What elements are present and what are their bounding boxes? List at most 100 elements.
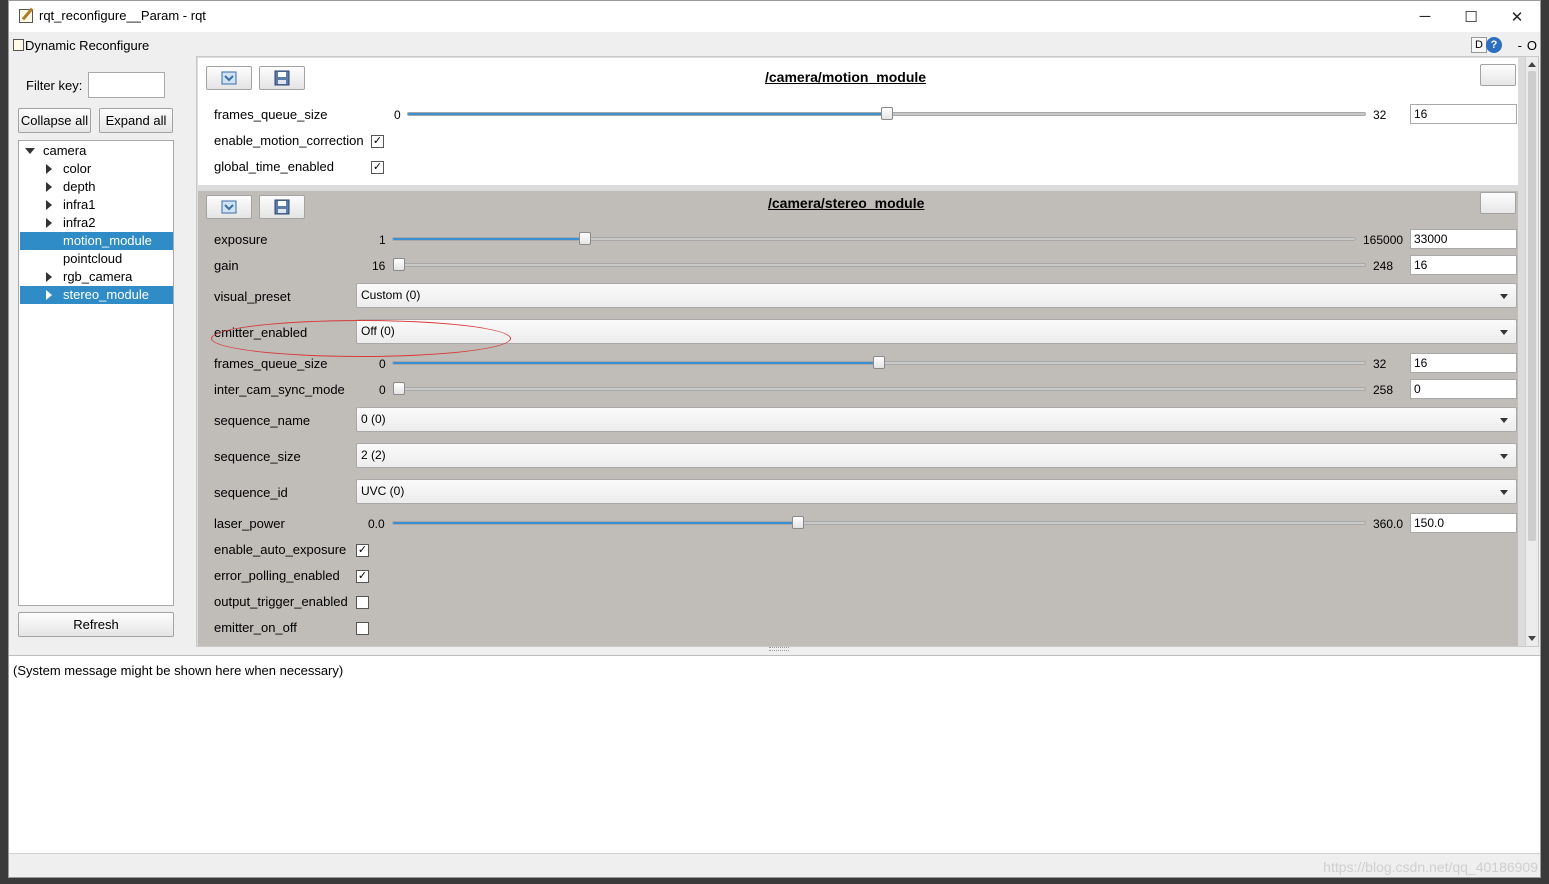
collapsed-arrow-icon[interactable] xyxy=(46,164,52,174)
gain-input[interactable] xyxy=(1410,255,1517,275)
collapsed-arrow-icon[interactable] xyxy=(46,182,52,192)
inter-cam-sync-mode-slider[interactable] xyxy=(393,382,1366,395)
frames-queue-size-input[interactable] xyxy=(1410,353,1517,373)
param-label: laser_power xyxy=(214,516,285,531)
dropdown-value: UVC (0) xyxy=(361,484,405,498)
save-button[interactable] xyxy=(259,66,305,90)
minimize-button[interactable]: ─ xyxy=(1402,1,1448,32)
gain-slider[interactable] xyxy=(393,258,1366,271)
frames-queue-size-slider[interactable] xyxy=(407,107,1366,120)
emitter-on-off-checkbox[interactable] xyxy=(356,622,369,635)
param-label: error_polling_enabled xyxy=(214,568,340,583)
dropdown-value: 2 (2) xyxy=(361,448,386,462)
tree-item-infra1[interactable]: infra1 xyxy=(20,196,173,214)
stereo-module-close-button[interactable] xyxy=(1480,192,1516,214)
tree-item-motion-module[interactable]: motion_module xyxy=(20,232,173,250)
collapsed-arrow-icon[interactable] xyxy=(46,218,52,228)
emitter-enabled-dropdown[interactable]: Off (0) xyxy=(356,319,1517,344)
param-label: frames_queue_size xyxy=(214,107,328,122)
param-label: visual_preset xyxy=(214,289,291,304)
save-button[interactable] xyxy=(259,195,305,219)
expanded-arrow-icon[interactable] xyxy=(25,148,35,154)
collapse-all-button[interactable]: Collapse all xyxy=(18,108,91,133)
load-button[interactable] xyxy=(206,195,252,219)
output-trigger-enabled-checkbox[interactable] xyxy=(356,596,369,609)
param-label: inter_cam_sync_mode xyxy=(214,382,345,397)
scroll-down-icon[interactable] xyxy=(1528,636,1536,641)
scroll-up-icon[interactable] xyxy=(1528,62,1536,67)
tree-item-label: motion_module xyxy=(63,233,152,248)
maximize-button[interactable]: ☐ xyxy=(1448,1,1494,32)
sequence-name-dropdown[interactable]: 0 (0) xyxy=(356,407,1517,432)
d-button[interactable]: D xyxy=(1471,37,1487,53)
slider-handle[interactable] xyxy=(393,258,405,271)
slider-min: 0.0 xyxy=(368,517,385,531)
frames-queue-size-input[interactable] xyxy=(1410,104,1517,124)
param-label: sequence_name xyxy=(214,413,311,428)
slider-handle[interactable] xyxy=(393,382,405,395)
tree-item-rgb-camera[interactable]: rgb_camera xyxy=(20,268,173,286)
param-label: global_time_enabled xyxy=(214,159,334,174)
refresh-button[interactable]: Refresh xyxy=(18,612,174,637)
close-button[interactable]: ✕ xyxy=(1494,1,1540,32)
tree-item-camera[interactable]: camera xyxy=(20,142,173,160)
tree-item-label: pointcloud xyxy=(63,251,123,266)
dropdown-value: 0 (0) xyxy=(361,412,386,426)
expand-all-button[interactable]: Expand all xyxy=(99,108,173,133)
chevron-down-icon xyxy=(1500,454,1508,459)
laser-power-slider[interactable] xyxy=(392,516,1366,529)
enable-auto-exposure-checkbox[interactable]: ✓ xyxy=(356,544,369,557)
error-polling-enabled-checkbox[interactable]: ✓ xyxy=(356,570,369,583)
sequence-size-dropdown[interactable]: 2 (2) xyxy=(356,443,1517,468)
slider-min: 1 xyxy=(379,233,386,247)
frames-queue-size-slider[interactable] xyxy=(392,356,1366,369)
slider-handle[interactable] xyxy=(880,107,893,120)
exposure-input[interactable] xyxy=(1410,229,1517,249)
slider-max: 360.0 xyxy=(1373,517,1404,531)
param-label: gain xyxy=(214,258,239,273)
help-icon[interactable]: ? xyxy=(1486,37,1502,53)
tree-item-label: depth xyxy=(63,179,96,194)
node-tree[interactable]: camera color depth infra1 infra2 motion_modul… xyxy=(18,140,174,606)
annotation-ellipse xyxy=(211,320,511,357)
parameters-pane: /camera/motion_module frames_queue_size … xyxy=(196,56,1539,647)
slider-handle[interactable] xyxy=(579,232,592,245)
collapsed-arrow-icon[interactable] xyxy=(46,272,52,282)
param-label: sequence_id xyxy=(214,485,288,500)
global-time-enabled-checkbox[interactable]: ✓ xyxy=(371,161,384,174)
motion-module-close-button[interactable] xyxy=(1480,64,1516,86)
tree-item-label: infra2 xyxy=(63,215,96,230)
laser-power-input[interactable] xyxy=(1410,513,1517,533)
save-icon xyxy=(274,70,290,86)
vertical-scrollbar[interactable] xyxy=(1525,57,1538,646)
tree-item-depth[interactable]: depth xyxy=(20,178,173,196)
param-label: output_trigger_enabled xyxy=(214,594,348,609)
splitter-handle[interactable] xyxy=(769,647,789,651)
tree-item-color[interactable]: color xyxy=(20,160,173,178)
slider-max: 32 xyxy=(1373,108,1387,122)
visual-preset-dropdown[interactable]: Custom (0) xyxy=(356,283,1517,308)
scroll-thumb[interactable] xyxy=(1528,71,1536,541)
slider-handle[interactable] xyxy=(873,356,885,369)
tree-item-stereo-module[interactable]: stereo_module xyxy=(20,286,173,304)
enable-motion-correction-checkbox[interactable]: ✓ xyxy=(371,135,384,148)
exposure-slider[interactable] xyxy=(392,232,1356,245)
tree-item-infra2[interactable]: infra2 xyxy=(20,214,173,232)
filter-key-input[interactable] xyxy=(88,72,165,98)
slider-handle[interactable] xyxy=(792,516,805,529)
collapsed-arrow-icon[interactable] xyxy=(46,290,52,300)
slider-max: 165000 xyxy=(1363,233,1404,247)
load-button[interactable] xyxy=(206,66,252,90)
tree-item-pointcloud[interactable]: pointcloud xyxy=(20,250,173,268)
sequence-id-dropdown[interactable]: UVC (0) xyxy=(356,479,1517,504)
load-icon xyxy=(221,200,237,214)
param-label: frames_queue_size xyxy=(214,356,328,371)
plugin-minimize-button[interactable]: - xyxy=(1518,38,1522,53)
chevron-down-icon xyxy=(1500,294,1508,299)
plugin-close-button[interactable]: O xyxy=(1527,38,1537,53)
save-icon xyxy=(274,199,290,215)
chevron-down-icon xyxy=(1500,490,1508,495)
inter-cam-sync-mode-input[interactable] xyxy=(1410,379,1517,399)
collapsed-arrow-icon[interactable] xyxy=(46,200,52,210)
tree-item-label: infra1 xyxy=(63,197,96,212)
